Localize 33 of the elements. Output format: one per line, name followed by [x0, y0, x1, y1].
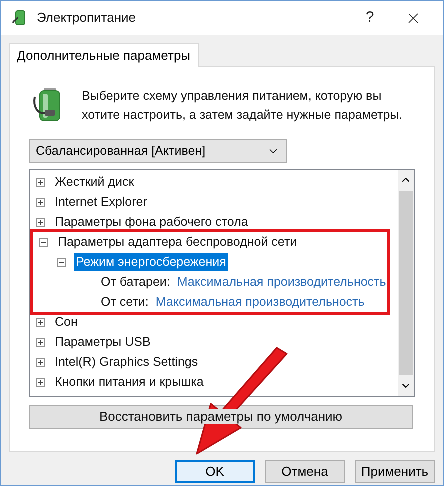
scrollbar-thumb[interactable] [399, 191, 413, 375]
expand-toggle[interactable] [36, 338, 45, 346]
tree-item[interactable]: Кнопки питания и крышка [53, 372, 206, 392]
setting-label: От сети: [100, 294, 150, 311]
expand-toggle[interactable] [36, 218, 45, 226]
tree-item[interactable]: Сон [53, 312, 80, 332]
plan-dropdown[interactable]: Сбалансированная [Активен] [29, 139, 287, 163]
collapse-toggle[interactable] [57, 258, 66, 266]
expand-toggle[interactable] [36, 178, 45, 186]
expand-toggle[interactable] [36, 318, 45, 326]
intro-text: Выберите схему управления питанием, которую вы хотите настроить, а затем задайте нужные параметры. [82, 88, 404, 124]
tree-item[interactable]: Режим энергосбережения [74, 252, 228, 272]
tree-item[interactable]: Параметры адаптера беспроводной сети [56, 232, 300, 252]
tree-item[interactable]: Параметры USB [53, 332, 153, 352]
setting-label: От батареи: [100, 274, 172, 291]
dialog-button[interactable]: OK [175, 460, 255, 483]
scrollbar[interactable] [398, 170, 414, 396]
tree-item[interactable]: Internet Explorer [53, 192, 150, 212]
tree-item[interactable]: Жесткий диск [53, 172, 136, 192]
dialog-button[interactable]: Отмена [265, 460, 345, 483]
help-button[interactable]: ? [355, 6, 385, 30]
expand-toggle[interactable] [36, 378, 45, 386]
restore-defaults-button[interactable]: Восстановить параметры по умолчанию [29, 405, 413, 429]
collapse-toggle[interactable] [39, 238, 48, 246]
dialog-button[interactable]: Применить [355, 460, 435, 483]
window-title: Электропитание [37, 9, 137, 28]
expand-toggle[interactable] [36, 198, 45, 206]
setting-value-link[interactable]: Максимальная производительность [177, 272, 386, 292]
setting-value-link[interactable]: Максимальная производительность [156, 292, 365, 312]
expand-toggle[interactable] [36, 358, 45, 366]
tab[interactable]: Дополнительные параметры [9, 43, 199, 67]
tree-item[interactable]: Intel(R) Graphics Settings [53, 352, 200, 372]
tree-item[interactable]: Параметры фона рабочего стола [53, 212, 250, 232]
